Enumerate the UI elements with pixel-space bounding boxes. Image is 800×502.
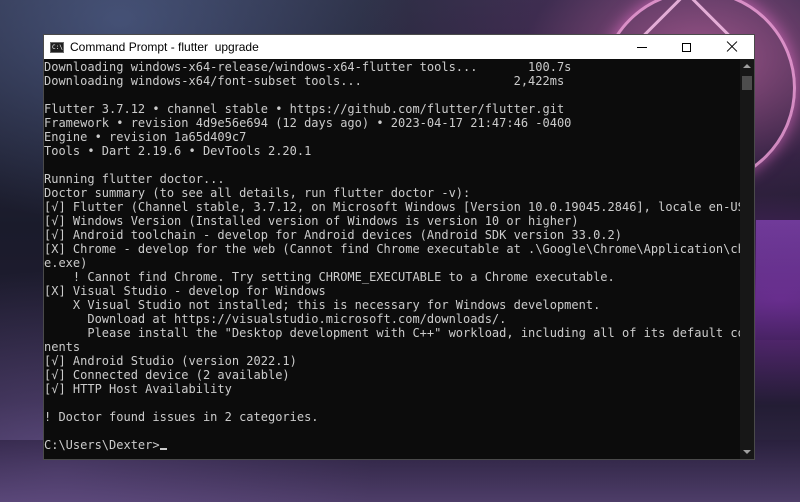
console-line: Running flutter doctor... [44, 172, 225, 186]
command-prompt-icon: C:\ [50, 41, 64, 53]
console-line: Downloading windows-x64/font-subset tool… [44, 74, 565, 88]
window-title: Command Prompt - flutter upgrade [70, 40, 259, 54]
console-line: [√] Connected device (2 available) [44, 368, 290, 382]
console-output[interactable]: Downloading windows-x64-release/windows-… [44, 59, 740, 459]
arrow-down-icon [743, 450, 751, 454]
command-prompt-window[interactable]: C:\ Command Prompt - flutter upgrade Dow… [43, 34, 755, 460]
console-line: Doctor summary (to see all details, run … [44, 186, 471, 200]
window-controls [619, 35, 754, 59]
console-line: Framework • revision 4d9e56e694 (12 days… [44, 116, 572, 130]
console-line: Flutter 3.7.12 • channel stable • https:… [44, 102, 565, 116]
console-line: Downloading windows-x64-release/windows-… [44, 60, 572, 74]
command-prompt-line[interactable]: C:\Users\Dexter> [44, 438, 167, 452]
wallpaper-neon-panel [756, 220, 800, 340]
minimize-icon [636, 46, 647, 48]
console-line: [√] HTTP Host Availability [44, 382, 232, 396]
console-line: Engine • revision 1a65d409c7 [44, 130, 247, 144]
console-line: [X] Chrome - develop for the web (Cannot… [44, 242, 740, 256]
console-line: [√] Android Studio (version 2022.1) [44, 354, 297, 368]
console-line: nents [44, 340, 81, 354]
console-line: [√] Flutter (Channel stable, 3.7.12, on … [44, 200, 740, 214]
scrollbar-thumb[interactable] [742, 76, 752, 90]
close-icon [726, 41, 738, 53]
console-line: [√] Windows Version (Installed version o… [44, 214, 579, 228]
prompt-path: C:\Users\Dexter> [44, 438, 160, 452]
scroll-down-button[interactable] [740, 445, 754, 459]
maximize-button[interactable] [664, 35, 709, 59]
close-button[interactable] [709, 35, 754, 59]
console-line: e.exe) [44, 256, 88, 270]
vertical-scrollbar[interactable] [740, 59, 754, 459]
scroll-up-button[interactable] [740, 59, 754, 73]
console-line: Download at https://visualstudio.microso… [44, 312, 507, 326]
console-line: ! Cannot find Chrome. Try setting CHROME… [44, 270, 615, 284]
console-line: ! Doctor found issues in 2 categories. [44, 410, 319, 424]
maximize-icon [682, 42, 691, 52]
console-line: Please install the "Desktop development … [44, 326, 740, 340]
text-cursor [159, 448, 167, 450]
title-bar[interactable]: C:\ Command Prompt - flutter upgrade [44, 35, 754, 59]
arrow-up-icon [743, 64, 751, 68]
console-line: Tools • Dart 2.19.6 • DevTools 2.20.1 [44, 144, 312, 158]
console-line: [X] Visual Studio - develop for Windows [44, 284, 326, 298]
console-line: X Visual Studio not installed; this is n… [44, 298, 601, 312]
minimize-button[interactable] [619, 35, 664, 59]
console-line: [√] Android toolchain - develop for Andr… [44, 228, 622, 242]
